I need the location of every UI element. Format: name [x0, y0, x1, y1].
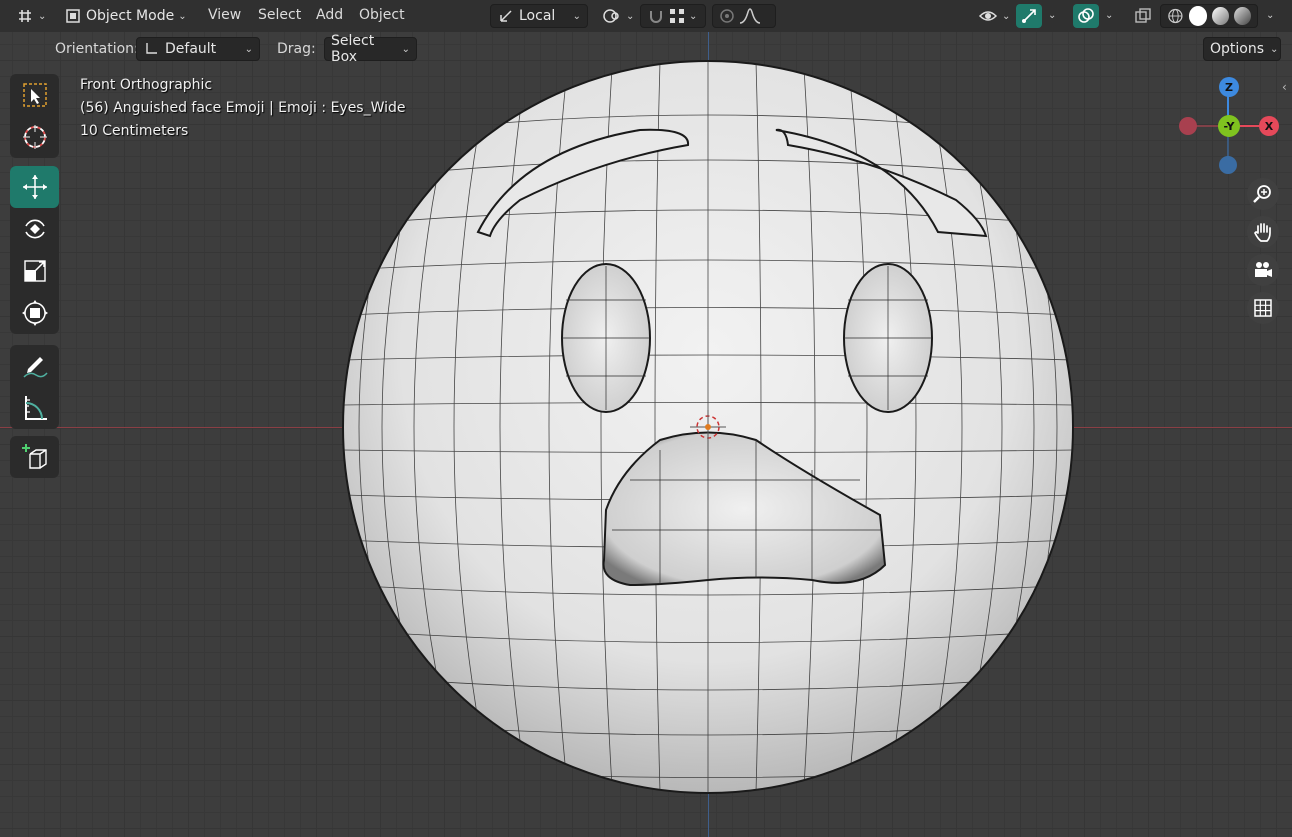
chevron-down-icon[interactable]: ⌄	[1048, 10, 1056, 21]
x-axis-handle[interactable]: X	[1259, 116, 1279, 136]
object-info: (56) Anguished face Emoji | Emoji : Eyes…	[80, 100, 406, 116]
drag-dropdown[interactable]: Select Box ⌄	[324, 33, 417, 65]
snap-grid-icon	[670, 9, 684, 23]
scale-icon	[23, 260, 46, 282]
pivot-icon	[603, 9, 619, 23]
drag-value: Select Box	[331, 33, 375, 65]
menu-view[interactable]: View	[208, 7, 241, 23]
shading-mode-group[interactable]	[1160, 4, 1258, 28]
chevron-down-icon: ⌄	[572, 10, 581, 22]
proportional-edit-group[interactable]	[712, 4, 776, 28]
pan-hand-icon	[1254, 223, 1271, 242]
orientation-axes-icon	[146, 43, 157, 54]
3d-viewport[interactable]	[0, 0, 1292, 837]
xray-toggle[interactable]	[1128, 4, 1158, 28]
mode-label: Object Mode	[86, 8, 175, 24]
mode-selector[interactable]: Object Mode ⌄	[58, 4, 193, 28]
drag-field-label: Drag:	[277, 41, 316, 57]
chevron-down-icon: ⌄	[1270, 43, 1279, 55]
y-axis-handle[interactable]: -Y	[1218, 115, 1240, 137]
orientation-field-label: Orientation:	[55, 41, 139, 57]
add-cube-icon	[21, 444, 47, 469]
editor-type-button[interactable]: ⌄	[10, 4, 52, 28]
orientation-icon	[500, 10, 512, 22]
select-box-tool[interactable]	[10, 74, 59, 116]
select-box-icon	[22, 83, 47, 107]
annotate-icon	[22, 357, 48, 378]
transform-tool[interactable]	[10, 292, 59, 334]
magnet-icon	[650, 11, 662, 23]
overlays-toggle[interactable]	[1073, 4, 1099, 28]
toolbar-group-add	[10, 436, 59, 478]
rendered-shading-icon[interactable]	[1234, 7, 1251, 25]
neg-z-axis-handle	[1219, 156, 1237, 174]
gizmo-toggle[interactable]	[1016, 4, 1042, 28]
solid-shading-icon[interactable]	[1188, 6, 1208, 26]
orientation-dropdown[interactable]: Default ⌄	[136, 37, 260, 61]
emoji-mesh[interactable]	[0, 0, 1292, 837]
chevron-down-icon: ⌄	[401, 43, 410, 55]
chevron-down-icon: ⌄	[178, 10, 187, 22]
options-label: Options	[1210, 41, 1265, 57]
grid-editor-icon	[19, 10, 31, 22]
menu-object[interactable]: Object	[359, 7, 405, 23]
menu-add[interactable]: Add	[316, 7, 343, 23]
chevron-down-icon: ⌄	[689, 10, 698, 22]
toolbar-group-transform	[10, 166, 59, 334]
rotate-tool[interactable]	[10, 208, 59, 250]
pan-button[interactable]	[1247, 216, 1279, 248]
chevron-down-icon[interactable]: ⌄	[1266, 10, 1274, 21]
chevron-down-icon: ⌄	[626, 10, 635, 22]
ortho-grid-icon	[1254, 299, 1272, 317]
scale-tool[interactable]	[10, 250, 59, 292]
toolbar-group-select	[10, 74, 59, 158]
visibility-button[interactable]: ⌄	[972, 4, 1016, 28]
snap-group[interactable]: ⌄	[640, 4, 706, 28]
chevron-down-icon: ⌄	[38, 10, 47, 22]
neg-x-axis-handle	[1179, 117, 1197, 135]
camera-icon	[1255, 262, 1272, 277]
move-icon	[22, 175, 47, 199]
orientation-label: Local	[519, 8, 556, 24]
eye-icon	[978, 11, 998, 21]
orientation-value: Default	[165, 41, 217, 57]
view-name: Front Orthographic	[80, 77, 213, 93]
measure-icon	[24, 396, 47, 420]
rotate-icon	[24, 219, 45, 239]
zoom-button[interactable]	[1247, 178, 1279, 210]
proportional-edit-icon	[720, 9, 734, 23]
cursor-icon	[22, 125, 47, 149]
chevron-down-icon: ⌄	[244, 43, 253, 55]
measure-tool[interactable]	[10, 387, 59, 429]
options-dropdown[interactable]: Options ⌄	[1203, 37, 1281, 61]
viewport-header: ⌄ Object Mode ⌄ View Select Add Object L…	[0, 0, 1292, 32]
pivot-point-button[interactable]: ⌄	[596, 4, 640, 28]
sidebar-toggle-icon[interactable]: ‹	[1282, 80, 1292, 102]
transform-icon	[21, 300, 48, 326]
ortho-toggle-button[interactable]	[1247, 292, 1279, 324]
overlays-icon	[1078, 8, 1094, 23]
move-tool[interactable]	[10, 166, 59, 208]
object-mode-icon	[66, 9, 80, 23]
material-shading-icon[interactable]	[1212, 7, 1230, 25]
wireframe-shading-icon[interactable]	[1167, 7, 1184, 25]
xray-icon	[1135, 8, 1151, 23]
gizmo-icon	[1022, 9, 1036, 23]
z-axis-handle[interactable]: Z	[1219, 77, 1239, 97]
cursor-tool[interactable]	[10, 116, 59, 158]
add-cube-tool[interactable]	[10, 436, 59, 478]
camera-view-button[interactable]	[1247, 254, 1279, 286]
toolbar-group-annotate	[10, 345, 59, 429]
menu-select[interactable]: Select	[258, 7, 301, 23]
transform-orientation-dropdown[interactable]: Local ⌄	[490, 4, 588, 28]
zoom-icon	[1253, 185, 1271, 203]
chevron-down-icon: ⌄	[1002, 10, 1011, 22]
annotate-tool[interactable]	[10, 345, 59, 387]
chevron-down-icon[interactable]: ⌄	[1105, 10, 1113, 21]
falloff-curve-icon	[739, 8, 761, 24]
grid-scale: 10 Centimeters	[80, 123, 189, 139]
